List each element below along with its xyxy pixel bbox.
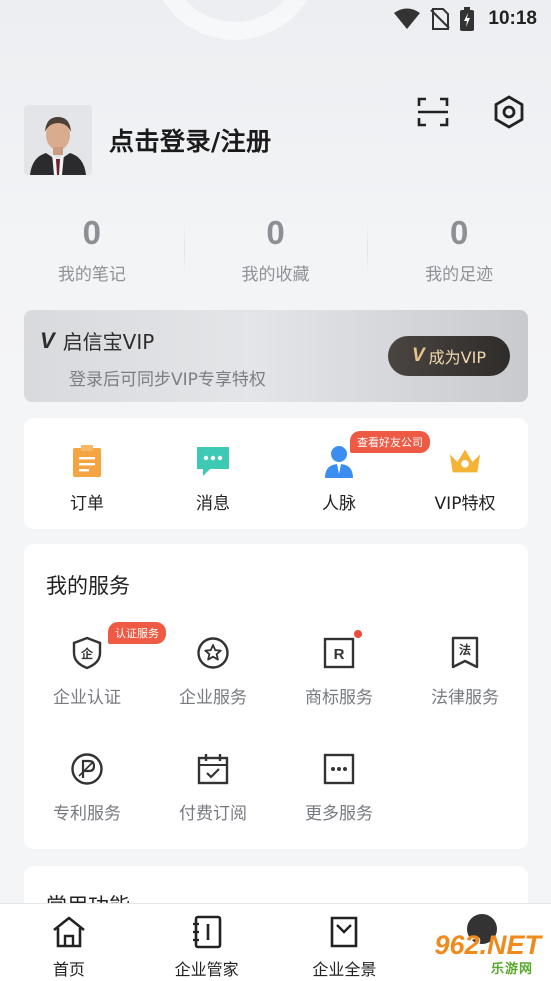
service-paid-subscription[interactable]: 付费订阅 [150,748,276,864]
service-label: 专利服务 [53,804,121,824]
quick-item-label: 人脉 [322,494,356,514]
svg-text:法: 法 [459,642,471,657]
scan-icon[interactable] [415,94,451,130]
home-icon [51,914,87,950]
site-watermark: 962.NET 乐游网 [434,930,541,977]
stat-value: 0 [82,214,102,251]
header-actions [415,94,527,130]
message-icon [196,444,230,478]
quick-item-label: VIP特权 [434,494,496,514]
wifi-icon [394,8,421,30]
battery-charging-icon [460,7,475,31]
tab-label: 企业全景 [312,960,377,979]
service-label: 企业认证 [53,688,121,708]
service-label: 法律服务 [431,688,499,708]
stat-label: 我的收藏 [241,265,310,285]
vip-banner[interactable]: V 启信宝VIP 登录后可同步VIP专享特权 V 成为VIP [24,310,528,402]
section-title: 我的服务 [46,574,130,598]
avatar[interactable] [24,105,92,175]
svg-text:R: R [334,646,345,663]
service-label: 付费订阅 [179,804,247,824]
vip-button-label: 成为VIP [428,348,486,367]
status-bar: 10:18 [0,0,551,38]
tab-enterprise-panorama[interactable]: 企业全景 [276,904,414,981]
clipboard-icon [70,444,104,478]
calendar-check-icon [196,752,230,786]
my-services-card: 我的服务 认证服务 企 企业认证 企业服务 R 商标服务 法 法律服务 专利服务… [24,544,528,849]
enterprise-shield-icon: 企 [70,636,104,670]
quick-item-vip-privileges[interactable]: VIP特权 [402,418,528,529]
login-register-link[interactable]: 点击登录/注册 [109,122,272,158]
quick-item-orders[interactable]: 订单 [24,418,150,529]
stat-notes[interactable]: 0 我的笔记 [0,212,184,292]
quick-actions-card: 订单 消息 查看好友公司 人脉 VIP特权 [24,418,528,529]
watermark-number: 962.NET [434,930,541,960]
services-grid: 认证服务 企 企业认证 企业服务 R 商标服务 法 法律服务 专利服务 付费订阅… [24,622,528,864]
quick-item-contacts[interactable]: 查看好友公司 人脉 [276,418,430,529]
stat-favorites[interactable]: 0 我的收藏 [183,212,368,292]
trademark-icon: R [322,636,356,670]
tab-enterprise-manager[interactable]: 企业管家 [138,904,276,981]
stat-value: 0 [450,214,469,251]
tab-label: 首页 [52,960,85,979]
vip-name: 启信宝VIP [62,330,155,354]
envelope-icon [326,914,362,950]
quick-item-label: 订单 [70,494,104,514]
service-label: 企业服务 [179,688,247,708]
star-circle-icon [196,636,230,670]
svg-text:企: 企 [80,646,94,661]
vip-button-logo-icon: V [411,345,425,366]
vip-title: V 启信宝VIP [40,326,154,355]
stat-label: 我的笔记 [57,265,126,285]
service-more[interactable]: 更多服务 [276,748,402,864]
stat-history[interactable]: 0 我的足迹 [367,212,551,292]
service-label: 更多服务 [305,804,373,824]
become-vip-button[interactable]: V 成为VIP [388,336,510,376]
service-patent[interactable]: 专利服务 [24,748,150,864]
vip-logo-icon: V [40,327,55,353]
notebook-icon [189,914,225,950]
more-icon [322,752,356,786]
service-label: 商标服务 [305,688,373,708]
status-time: 10:18 [488,8,537,29]
patent-icon [70,752,104,786]
crown-icon [448,444,482,478]
no-sim-icon [430,8,451,30]
quick-item-label: 消息 [196,494,230,514]
notification-dot [354,630,362,638]
stats-row: 0 我的笔记 0 我的收藏 0 我的足迹 [0,212,551,292]
service-trademark[interactable]: R 商标服务 [276,630,402,748]
law-icon: 法 [448,636,482,670]
settings-icon[interactable] [491,94,527,130]
service-legal[interactable]: 法 法律服务 [402,632,528,748]
stat-label: 我的足迹 [425,265,494,285]
tab-home[interactable]: 首页 [0,904,138,981]
stat-value: 0 [266,214,285,251]
quick-item-messages[interactable]: 消息 [150,418,276,529]
service-enterprise-certification[interactable]: 认证服务 企 企业认证 [24,622,166,748]
tab-label: 企业管家 [174,960,239,979]
vip-subtitle: 登录后可同步VIP专享特权 [69,370,266,390]
profile-header[interactable]: 点击登录/注册 [24,105,272,175]
watermark-text: 乐游网 [490,962,533,977]
service-enterprise-services[interactable]: 企业服务 [150,632,276,748]
